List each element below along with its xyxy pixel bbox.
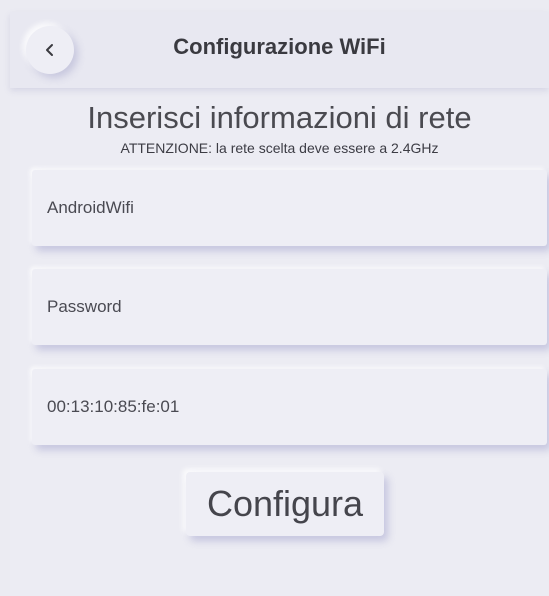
password-input[interactable] xyxy=(32,269,547,345)
ssid-input[interactable] xyxy=(32,170,547,246)
app-header: Configurazione WiFi xyxy=(10,12,549,88)
password-field-container xyxy=(32,269,547,345)
ssid-field-container xyxy=(32,170,547,246)
form-heading: Inserisci informazioni di rete xyxy=(87,100,472,135)
configure-button[interactable]: Configura xyxy=(186,472,384,536)
wifi-config-screen: Configurazione WiFi Inserisci informazio… xyxy=(10,12,549,596)
page-title: Configurazione WiFi xyxy=(173,34,386,59)
mac-address-input[interactable] xyxy=(32,369,547,445)
frequency-warning: ATTENZIONE: la rete scelta deve essere a… xyxy=(120,140,439,156)
mac-field-container xyxy=(32,369,547,445)
